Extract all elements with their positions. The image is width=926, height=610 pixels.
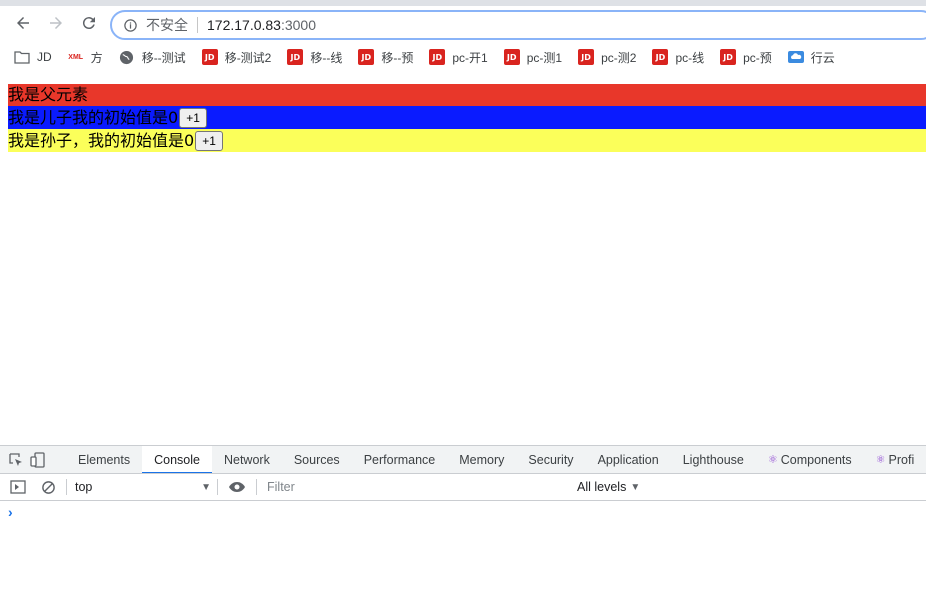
tab-elements[interactable]: Elements — [66, 446, 142, 473]
bookmark-item[interactable]: JD pc-开1 — [429, 49, 488, 66]
inspect-element-icon[interactable] — [8, 450, 24, 470]
tab-lighthouse[interactable]: Lighthouse — [671, 446, 756, 473]
react-icon: ⚛ — [767, 453, 778, 466]
grandchild-increment-button[interactable]: +1 — [195, 130, 223, 151]
folder-icon — [14, 49, 30, 65]
arrow-right-icon — [50, 17, 62, 29]
dropdown-arrow-icon: ▼ — [630, 481, 641, 493]
arrow-left-icon — [17, 17, 29, 29]
toolbar-divider — [217, 479, 218, 495]
tab-memory[interactable]: Memory — [447, 446, 516, 473]
info-icon[interactable] — [122, 17, 138, 33]
tab-performance[interactable]: Performance — [352, 446, 448, 473]
address-bar[interactable]: 不安全 172.17.0.83:3000 — [110, 10, 926, 40]
address-divider — [197, 17, 198, 33]
child-increment-button[interactable]: +1 — [179, 107, 207, 128]
jd-icon: JD — [287, 49, 304, 65]
bookmark-item[interactable]: 行云 — [787, 49, 835, 66]
globe-icon — [119, 49, 135, 65]
eye-icon[interactable] — [228, 478, 246, 496]
bookmark-item[interactable]: XML 方 — [68, 49, 102, 66]
jd-icon: JD — [652, 49, 669, 65]
child-element: 我是儿子我的初始值是0 +1 — [8, 106, 926, 129]
grandchild-element: 我是孙子，我的初始值是0 +1 — [8, 129, 926, 152]
child-text: 我是儿子我的初始值是0 — [8, 107, 179, 127]
tab-profiler[interactable]: ⚛ Profi — [864, 446, 926, 473]
page-content: 我是父元素 我是儿子我的初始值是0 +1 我是孙子，我的初始值是0 +1 — [8, 84, 926, 152]
bookmark-item[interactable]: 移--测试 — [119, 49, 186, 66]
tab-console[interactable]: Console — [142, 446, 212, 473]
devtools-panel: Elements Console Network Sources Perform… — [0, 445, 926, 610]
log-levels-dropdown[interactable]: All levels ▼ — [577, 480, 640, 494]
dropdown-arrow-icon: ▼ — [201, 481, 211, 493]
tab-strip — [0, 0, 926, 6]
back-button[interactable] — [13, 13, 33, 33]
cloud-icon — [787, 49, 804, 65]
bookmarks-bar: JD XML 方 移--测试 JD 移-测试2 JD 移--线 JD 移--预 … — [0, 44, 926, 70]
browser-toolbar: 不安全 172.17.0.83:3000 — [0, 0, 926, 44]
console-filter-input[interactable] — [267, 480, 577, 494]
context-selector[interactable]: top ▼ — [75, 480, 215, 494]
console-toolbar: top ▼ All levels ▼ — [0, 474, 926, 501]
tab-application[interactable]: Application — [586, 446, 671, 473]
jd-icon: JD — [578, 49, 595, 65]
tab-components[interactable]: ⚛ Components — [756, 446, 864, 473]
bookmark-item[interactable]: JD pc-测2 — [578, 49, 636, 66]
jd-icon: JD — [503, 49, 520, 65]
jd-icon: JD — [201, 49, 218, 65]
bookmark-item[interactable]: JD 移--线 — [287, 49, 342, 66]
devtools-tabbar: Elements Console Network Sources Perform… — [0, 446, 926, 474]
parent-element: 我是父元素 — [8, 84, 926, 106]
parent-text: 我是父元素 — [8, 85, 89, 104]
bookmark-item[interactable]: JD pc-线 — [652, 49, 704, 66]
clear-console-icon[interactable] — [38, 477, 58, 497]
xml-icon: XML — [68, 53, 84, 61]
toolbar-divider — [256, 479, 257, 495]
tab-network[interactable]: Network — [212, 446, 282, 473]
bookmark-item[interactable]: JD pc-预 — [720, 49, 772, 66]
device-toolbar-icon[interactable] — [30, 450, 46, 470]
tab-security[interactable]: Security — [516, 446, 585, 473]
security-label[interactable]: 不安全 — [146, 15, 188, 35]
jd-icon: JD — [429, 49, 446, 65]
sidebar-toggle-icon[interactable] — [8, 477, 28, 497]
reload-button[interactable] — [79, 13, 99, 33]
tab-sources[interactable]: Sources — [282, 446, 352, 473]
bookmark-item[interactable]: JD 移--预 — [358, 49, 413, 66]
url-host: 172.17.0.83 — [207, 17, 281, 33]
bookmark-item[interactable]: JD pc-测1 — [503, 49, 562, 66]
url-port: :3000 — [280, 17, 317, 33]
forward-button[interactable] — [46, 13, 66, 33]
grandchild-text: 我是孙子，我的初始值是0 — [8, 130, 195, 150]
bookmark-item[interactable]: JD — [14, 49, 52, 65]
react-icon: ⚛ — [875, 453, 886, 466]
jd-icon: JD — [720, 49, 737, 65]
jd-icon: JD — [358, 49, 375, 65]
toolbar-divider — [66, 479, 67, 495]
console-prompt[interactable]: › — [8, 504, 13, 520]
reload-icon — [82, 17, 95, 30]
bookmark-item[interactable]: JD 移-测试2 — [201, 49, 271, 66]
